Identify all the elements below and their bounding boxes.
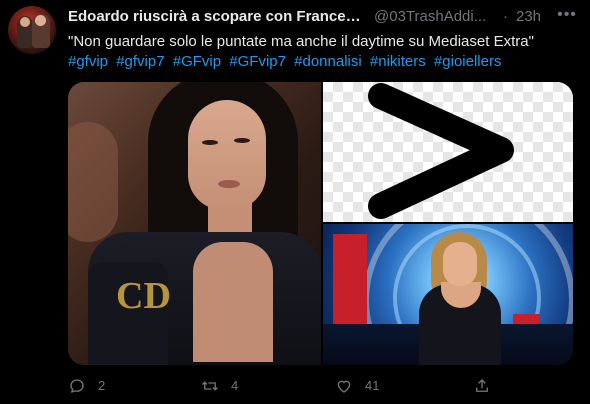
greater-than-symbol-image[interactable] <box>323 82 573 222</box>
author-handle[interactable]: @03TrashAddi... <box>374 8 502 25</box>
more-dots-icon[interactable]: ••• <box>555 5 579 29</box>
media-grid: CD <box>68 82 573 365</box>
host-face <box>443 242 477 286</box>
hashtag-list: #gfvip #gfvip7 #GFvip #GFvip7 #donnalisi… <box>68 52 578 72</box>
like-count: 41 <box>365 378 380 393</box>
retweet-icon <box>202 381 218 391</box>
chest <box>193 242 273 362</box>
reply-icon <box>70 379 84 393</box>
heart-icon <box>337 380 351 393</box>
action-bar: 2 4 41 <box>68 374 573 398</box>
tweet-header: Edoardo riuscirà a scopare con Frances..… <box>68 5 580 30</box>
hashtag-link[interactable]: #GFvip7 <box>229 53 286 70</box>
hashtag-link[interactable]: #GFvip <box>173 53 221 70</box>
hashtag-link[interactable]: #donnalisi <box>294 53 362 70</box>
hashtag-link[interactable]: #gioiellers <box>434 53 502 70</box>
reply-count: 2 <box>98 378 106 393</box>
eye-right <box>234 138 250 143</box>
share-button[interactable] <box>473 374 497 398</box>
face <box>188 100 266 210</box>
header-separator: · <box>503 8 508 25</box>
hashtag-link[interactable]: #gfvip7 <box>116 53 164 70</box>
studio-host-photo[interactable] <box>323 224 573 365</box>
retweet-count: 4 <box>231 378 239 393</box>
avatar-face-left <box>20 17 30 27</box>
tweet-text: "Non guardare solo le puntate ma anche i… <box>68 33 534 50</box>
handbag-logo: CD <box>116 275 171 317</box>
tweet-timestamp[interactable]: 23h <box>516 8 541 25</box>
hashtag-link[interactable]: #gfvip <box>68 53 108 70</box>
hashtag-link[interactable]: #nikiters <box>370 53 426 70</box>
woman-dark-hair-photo[interactable]: CD <box>68 82 321 365</box>
eye-left <box>202 140 218 145</box>
lips <box>218 180 240 188</box>
avatar[interactable] <box>8 6 56 54</box>
tweet[interactable]: Edoardo riuscirà a scopare con Frances..… <box>0 0 590 404</box>
author-display-name[interactable]: Edoardo riuscirà a scopare con Frances..… <box>68 8 364 25</box>
share-icon <box>476 379 488 392</box>
avatar-face-right <box>35 15 46 26</box>
greater-than-icon <box>368 83 514 219</box>
background-figure <box>68 122 118 242</box>
